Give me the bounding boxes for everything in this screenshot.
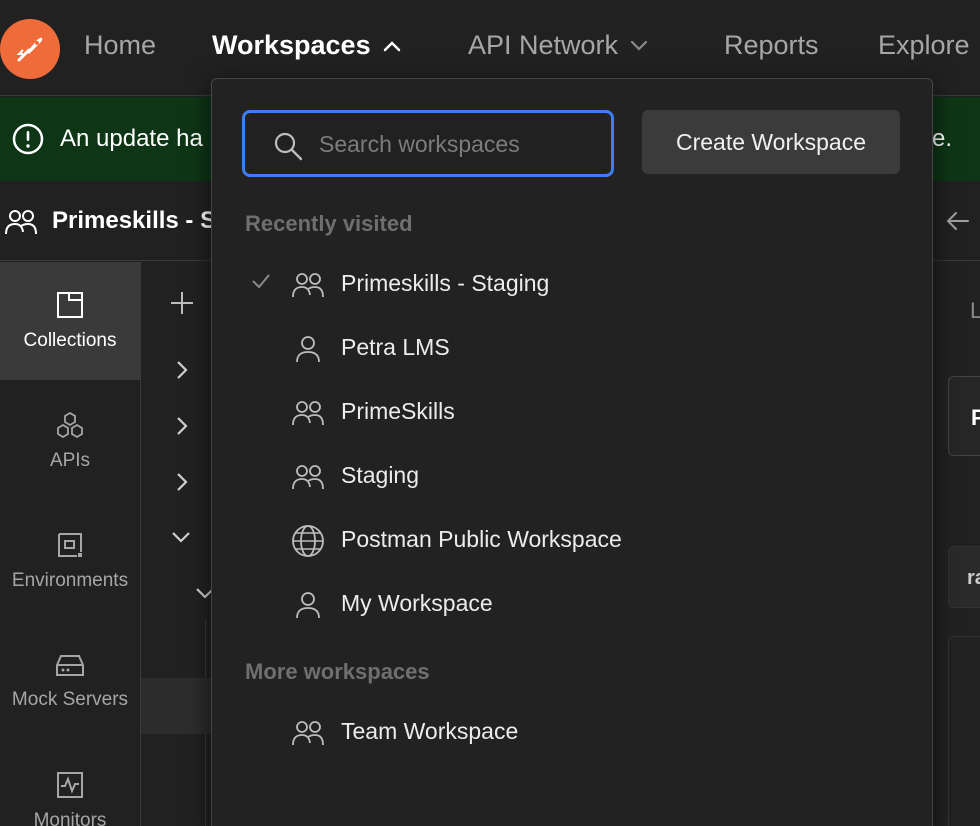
right-label-p: P [971,405,980,430]
postman-logo[interactable] [0,19,60,79]
workspace-item-label: Postman Public Workspace [341,526,622,552]
arrow-left-icon[interactable] [944,207,972,235]
nav-explore[interactable]: Explore [878,30,970,61]
workspace-item-label: PrimeSkills [341,398,455,424]
workspace-item-label: Staging [341,462,420,488]
team-icon [5,210,37,235]
workspace-item-postman-public[interactable]: Postman Public Workspace [232,512,912,568]
workspace-item-label: Petra LMS [341,334,450,360]
banner-text: An update ha [60,125,203,152]
sidebar-item-apis[interactable]: APIs [0,382,140,500]
collections-icon [57,292,83,318]
workspaces-dropdown: Create Workspace Recently visited Primes… [211,78,933,826]
environments-icon [58,533,82,557]
main-panel-edge: L P ra [932,262,980,826]
sidebar-item-label: APIs [49,450,91,471]
sidebar-item-label: Monitors [33,810,107,826]
nav-api-network[interactable]: API Network [468,30,648,61]
checkmark-icon [252,274,270,289]
workspace-item-primeskills-staging[interactable]: Primeskills - Staging [232,256,912,312]
tree-row-highlight[interactable] [141,678,221,734]
workspace-item-primeskills[interactable]: PrimeSkills [232,384,912,440]
nav-workspaces[interactable]: Workspaces [212,30,401,61]
apis-icon [57,411,83,439]
sidebar-item-monitors[interactable]: Monitors [0,742,140,826]
team-icon [290,267,326,303]
team-icon [290,395,326,431]
globe-icon [290,523,326,559]
chevron-down-icon [630,40,648,51]
nav-home-label: Home [84,30,157,60]
sidebar-item-mock-servers[interactable]: Mock Servers [0,622,140,740]
create-workspace-button[interactable]: Create Workspace [642,110,900,174]
workspace-item-label: Team Workspace [341,718,519,744]
chevron-right-icon[interactable] [175,360,189,380]
workspace-name[interactable]: Primeskills - S [52,207,216,235]
collection-tree [141,262,221,826]
nav-reports-label: Reports [724,30,819,60]
search-workspaces-input[interactable] [319,129,599,159]
sidebar-item-label: Mock Servers [11,689,129,710]
nav-home[interactable]: Home [84,30,156,61]
chevron-right-icon[interactable] [175,416,189,436]
sidebar-item-collections[interactable]: Collections [0,262,140,380]
chevron-down-icon[interactable] [171,530,191,544]
workspace-item-petra-lms[interactable]: Petra LMS [232,320,912,376]
app-root: Home Workspaces API Network Reports Expl… [0,0,980,826]
chevron-up-icon [383,40,400,51]
sidebar-item-label: Collections [23,330,117,351]
right-panel-box[interactable]: ra [948,546,980,608]
mock-servers-icon [56,655,84,676]
postman-rocket-icon [16,37,43,62]
left-sidebar: Collections APIs Environments Mock Serve… [0,262,141,826]
person-icon [290,331,326,367]
plus-icon[interactable] [169,290,195,316]
workspace-item-my-workspace[interactable]: My Workspace [232,576,912,632]
info-icon [12,123,44,155]
workspace-item-label: My Workspace [341,590,493,616]
team-icon [290,715,326,751]
right-label-ra: ra [967,567,980,589]
chevron-right-icon[interactable] [175,472,189,492]
search-icon [274,132,303,161]
right-panel-box[interactable]: P [948,376,980,456]
right-label-l: L [970,298,980,323]
right-panel-box [948,636,980,826]
monitors-icon [57,772,83,798]
nav-workspaces-label: Workspaces [212,30,371,60]
search-workspaces-field[interactable] [242,110,614,177]
nav-reports[interactable]: Reports [724,30,819,61]
sidebar-item-environments[interactable]: Environments [0,502,140,620]
nav-explore-label: Explore [878,30,970,60]
nav-api-network-label: API Network [468,30,619,60]
person-icon [290,587,326,623]
team-icon [290,459,326,495]
workspace-item-label: Primeskills - Staging [341,270,550,296]
workspace-item-team-workspace[interactable]: Team Workspace [232,704,912,760]
workspace-item-staging[interactable]: Staging [232,448,912,504]
more-workspaces-heading: More workspaces [245,659,430,684]
recently-visited-heading: Recently visited [245,211,413,236]
sidebar-item-label: Environments [11,570,129,591]
